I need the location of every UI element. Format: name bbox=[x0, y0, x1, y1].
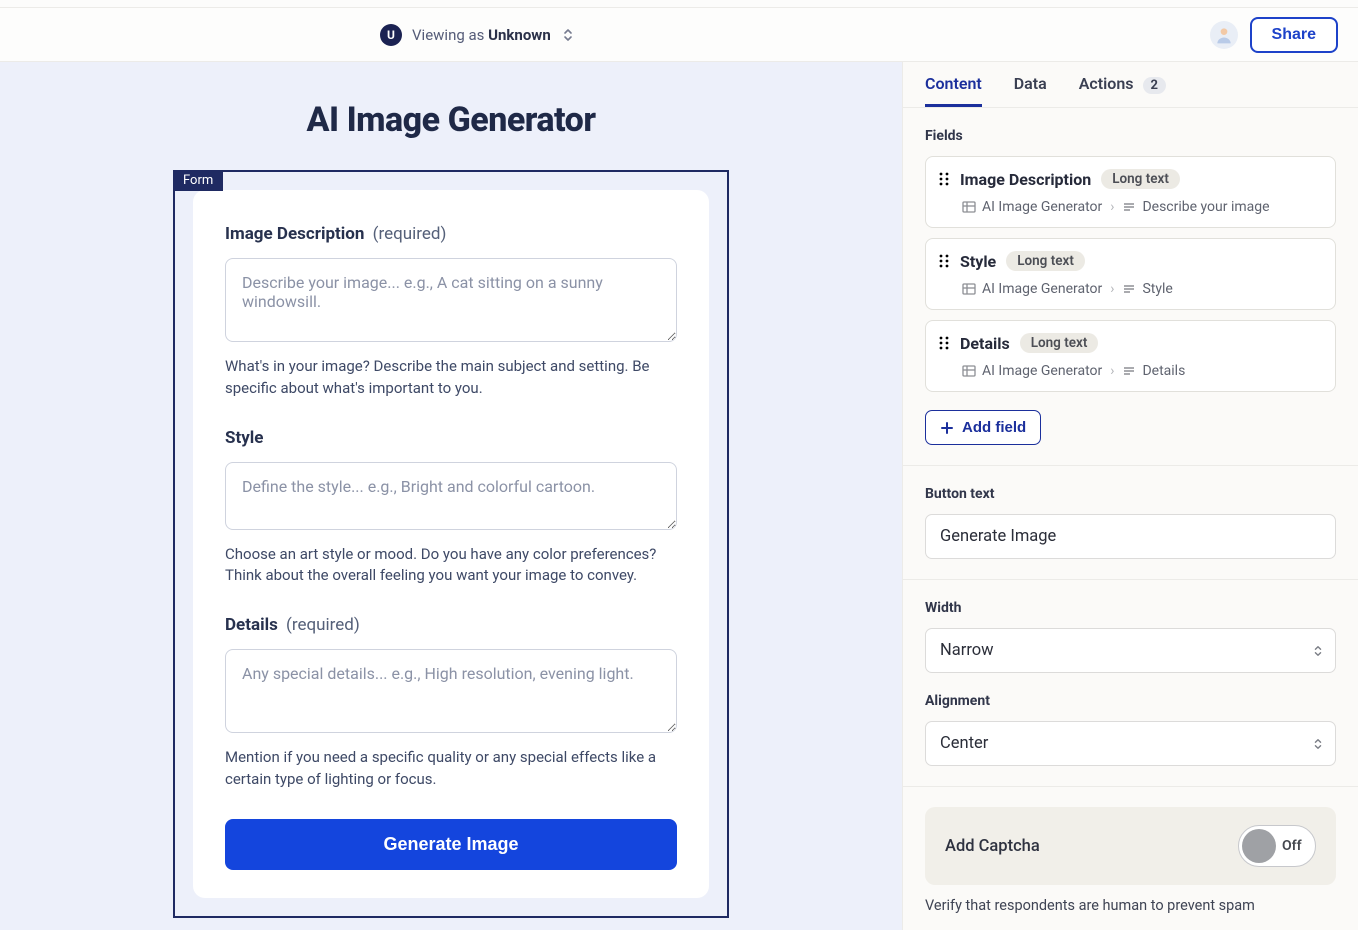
field-help: Choose an art style or mood. Do you have… bbox=[225, 544, 677, 588]
viewing-prefix: Viewing as bbox=[412, 26, 488, 44]
header-bar: U Viewing as Unknown Share bbox=[0, 8, 1358, 62]
alignment-select[interactable] bbox=[925, 721, 1336, 766]
table-icon bbox=[962, 364, 976, 378]
plus-icon bbox=[940, 421, 954, 435]
user-initial-badge: U bbox=[380, 24, 402, 46]
section-label-button-text: Button text bbox=[925, 486, 1336, 502]
tab-data[interactable]: Data bbox=[1014, 62, 1047, 107]
crumb-text: AI Image Generator bbox=[982, 363, 1102, 379]
field-label: Details (required) bbox=[225, 615, 677, 635]
drag-handle-icon[interactable] bbox=[938, 253, 950, 269]
field-card-details[interactable]: Details Long text AI Image Generator › D… bbox=[925, 320, 1336, 392]
field-type-badge: Long text bbox=[1006, 251, 1085, 271]
form-preview-canvas: AI Image Generator Form Image Descriptio… bbox=[0, 62, 902, 930]
viewing-text: Viewing as Unknown bbox=[412, 26, 551, 44]
label-text: Style bbox=[225, 428, 263, 448]
table-icon bbox=[962, 282, 976, 296]
toggle-knob bbox=[1242, 829, 1276, 863]
field-card-style[interactable]: Style Long text AI Image Generator › Sty… bbox=[925, 238, 1336, 310]
field-image-description: Image Description (required) What's in y… bbox=[225, 224, 677, 400]
width-select[interactable] bbox=[925, 628, 1336, 673]
long-text-icon bbox=[1122, 200, 1136, 214]
actions-count-badge: 2 bbox=[1143, 77, 1166, 94]
top-strip bbox=[0, 0, 1358, 8]
label-text: Details bbox=[225, 615, 278, 635]
captcha-row: Add Captcha Off bbox=[925, 807, 1336, 885]
chevron-right-icon: › bbox=[1110, 363, 1114, 379]
field-card-name: Image Description bbox=[960, 170, 1091, 189]
crumb-text: AI Image Generator bbox=[982, 199, 1102, 215]
captcha-help: Verify that respondents are human to pre… bbox=[925, 897, 1336, 914]
long-text-icon bbox=[1122, 282, 1136, 296]
crumb-text: AI Image Generator bbox=[982, 281, 1102, 297]
field-breadcrumb: AI Image Generator › Details bbox=[962, 363, 1321, 379]
viewing-name: Unknown bbox=[488, 26, 551, 44]
add-field-button[interactable]: Add field bbox=[925, 410, 1041, 445]
section-label-fields: Fields bbox=[925, 128, 1336, 144]
crumb-text: Describe your image bbox=[1142, 199, 1269, 215]
form-tag: Form bbox=[173, 170, 223, 191]
style-input[interactable] bbox=[225, 462, 677, 530]
form-selection-outline[interactable]: Form Image Description (required) What's… bbox=[173, 170, 729, 918]
captcha-toggle[interactable]: Off bbox=[1238, 825, 1316, 867]
panel-tabs: Content Data Actions 2 bbox=[903, 62, 1358, 108]
section-label-alignment: Alignment bbox=[925, 693, 1336, 709]
field-card-image-description[interactable]: Image Description Long text AI Image Gen… bbox=[925, 156, 1336, 228]
button-text-section: Button text bbox=[903, 466, 1358, 580]
field-details: Details (required) Mention if you need a… bbox=[225, 615, 677, 791]
required-indicator: (required) bbox=[286, 615, 360, 635]
field-style: Style Choose an art style or mood. Do yo… bbox=[225, 428, 677, 588]
tab-actions[interactable]: Actions 2 bbox=[1079, 62, 1166, 107]
required-indicator: (required) bbox=[373, 224, 447, 244]
captcha-section: Add Captcha Off Verify that respondents … bbox=[903, 787, 1358, 930]
add-field-label: Add field bbox=[962, 419, 1026, 436]
label-text: Image Description bbox=[225, 224, 364, 244]
section-label-width: Width bbox=[925, 600, 1336, 616]
avatar[interactable] bbox=[1210, 21, 1238, 49]
field-label: Style bbox=[225, 428, 677, 448]
chevron-right-icon: › bbox=[1110, 199, 1114, 215]
generate-image-button[interactable]: Generate Image bbox=[225, 819, 677, 870]
drag-handle-icon[interactable] bbox=[938, 335, 950, 351]
table-icon bbox=[962, 200, 976, 214]
fields-section: Fields Image Description Long text AI Im… bbox=[903, 108, 1358, 466]
viewing-as[interactable]: U Viewing as Unknown bbox=[380, 24, 575, 46]
layout-section: Width Alignment bbox=[903, 580, 1358, 787]
tab-label: Actions bbox=[1079, 74, 1134, 93]
chevron-right-icon: › bbox=[1110, 281, 1114, 297]
page-title: AI Image Generator bbox=[307, 100, 596, 140]
toggle-state: Off bbox=[1282, 838, 1306, 854]
field-breadcrumb: AI Image Generator › Style bbox=[962, 281, 1321, 297]
crumb-text: Details bbox=[1142, 363, 1185, 379]
captcha-label: Add Captcha bbox=[945, 837, 1040, 856]
field-help: What's in your image? Describe the main … bbox=[225, 356, 677, 400]
field-help: Mention if you need a specific quality o… bbox=[225, 747, 677, 791]
image-description-input[interactable] bbox=[225, 258, 677, 342]
long-text-icon bbox=[1122, 364, 1136, 378]
share-button[interactable]: Share bbox=[1250, 17, 1338, 53]
details-input[interactable] bbox=[225, 649, 677, 733]
tab-content[interactable]: Content bbox=[925, 62, 982, 107]
form-card: Image Description (required) What's in y… bbox=[193, 190, 709, 898]
button-text-input[interactable] bbox=[925, 514, 1336, 559]
field-label: Image Description (required) bbox=[225, 224, 677, 244]
field-breadcrumb: AI Image Generator › Describe your image bbox=[962, 199, 1321, 215]
field-type-badge: Long text bbox=[1020, 333, 1099, 353]
crumb-text: Style bbox=[1142, 281, 1172, 297]
field-card-name: Details bbox=[960, 334, 1010, 353]
settings-panel: Content Data Actions 2 Fields Image Desc… bbox=[902, 62, 1358, 930]
chevron-up-down-icon bbox=[561, 27, 575, 43]
field-card-name: Style bbox=[960, 252, 996, 271]
field-type-badge: Long text bbox=[1101, 169, 1180, 189]
drag-handle-icon[interactable] bbox=[938, 171, 950, 187]
